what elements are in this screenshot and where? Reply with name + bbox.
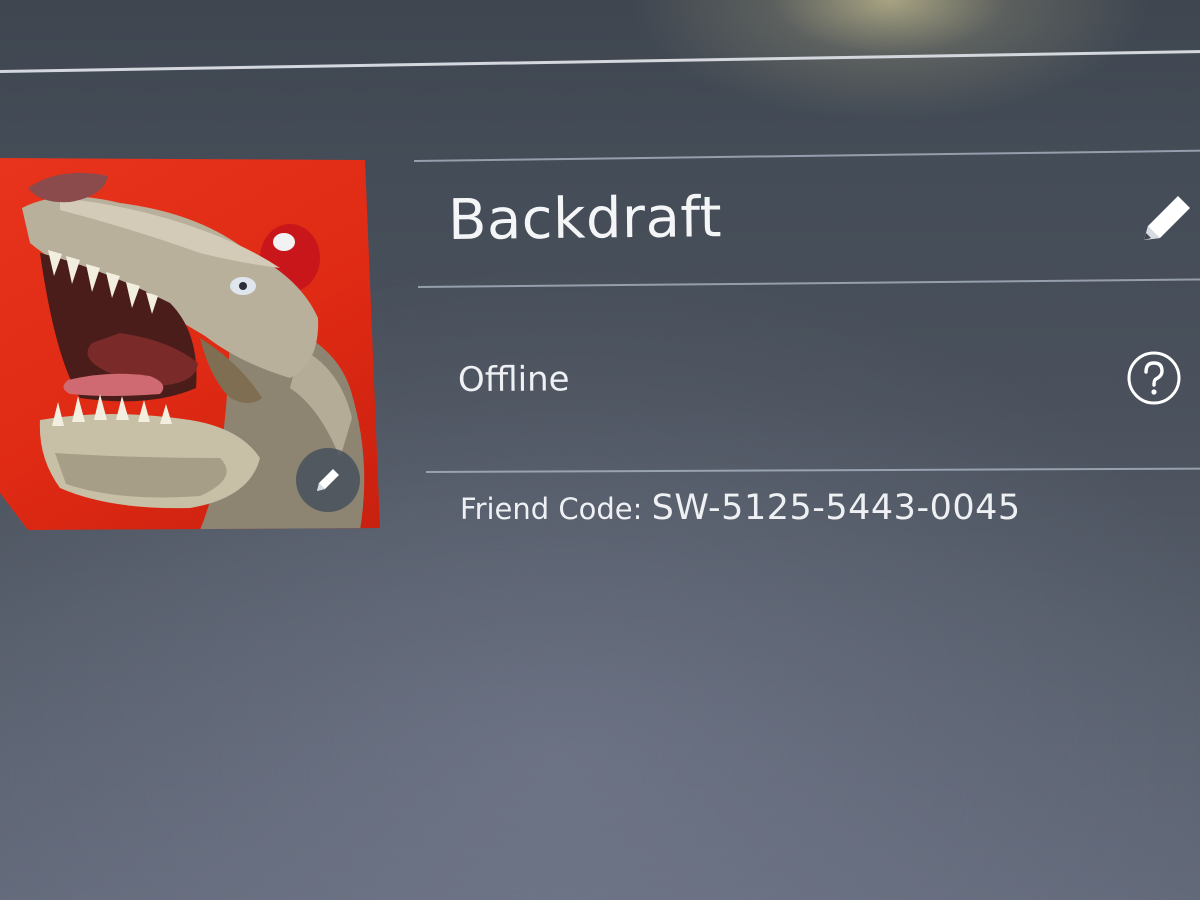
friend-code-label: Friend Code: (460, 492, 652, 526)
online-status: Offline (457, 359, 570, 400)
top-divider (0, 49, 1200, 73)
status-help-button[interactable] (1126, 350, 1182, 406)
edit-avatar-button[interactable] (296, 448, 360, 512)
divider-status-friendcode (426, 467, 1200, 473)
edit-nickname-button[interactable] (1138, 190, 1196, 248)
pencil-icon (317, 469, 339, 491)
divider-top-nickname (414, 149, 1200, 162)
question-mark-icon (1127, 351, 1181, 405)
pencil-icon (1144, 196, 1190, 240)
friend-code-value: SW-5125-5443-0045 (651, 488, 1021, 528)
nickname-text[interactable]: Backdraft (448, 185, 723, 253)
divider-nickname-status (418, 278, 1200, 288)
friend-code-row: Friend Code: SW-5125-5443-0045 (460, 488, 1021, 528)
